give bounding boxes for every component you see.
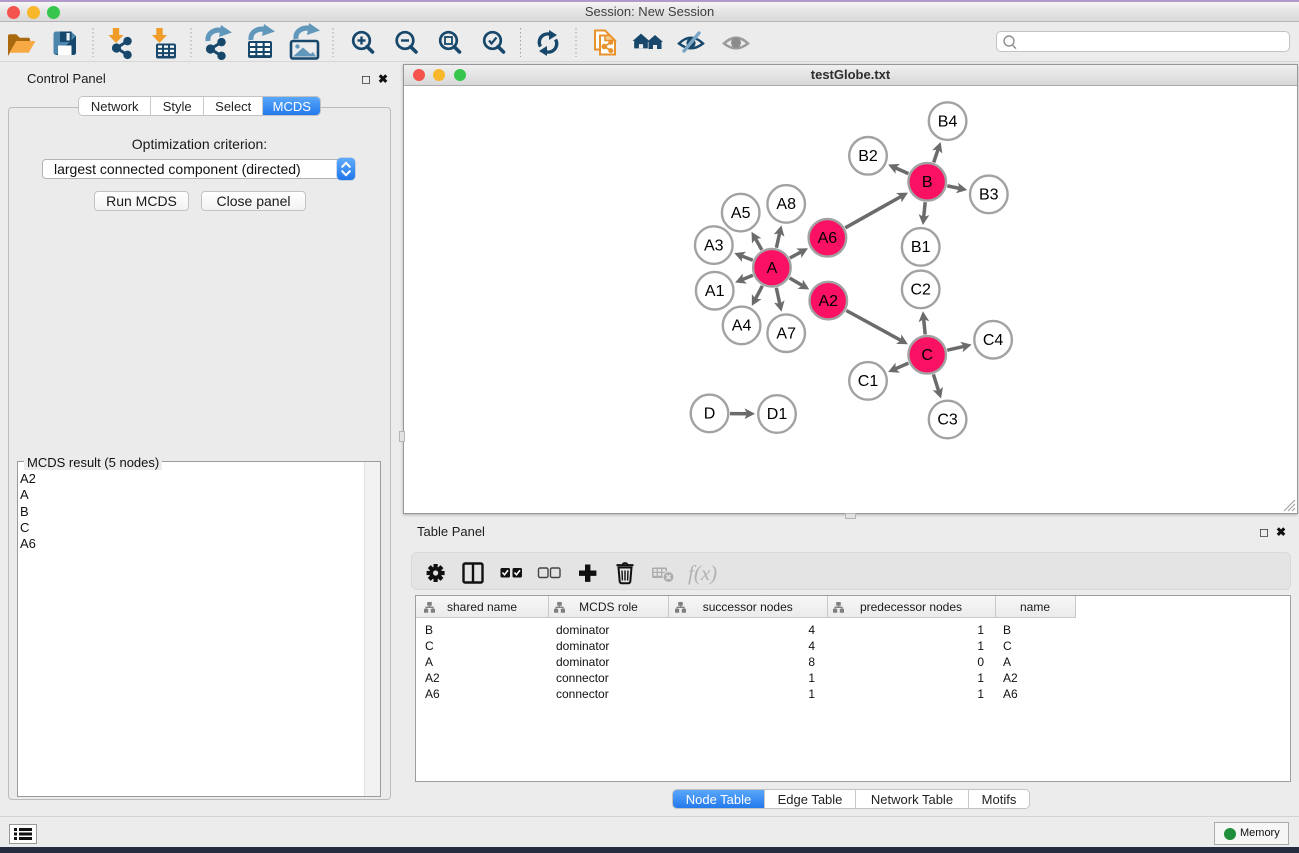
- svg-text:A7: A7: [776, 325, 796, 342]
- svg-text:A5: A5: [731, 205, 751, 222]
- svg-text:A3: A3: [704, 237, 724, 254]
- svg-text:B1: B1: [911, 239, 931, 256]
- svg-text:A8: A8: [776, 196, 796, 213]
- svg-text:A4: A4: [732, 318, 752, 335]
- svg-text:f(x): f(x): [688, 561, 717, 585]
- svg-text:D1: D1: [767, 406, 788, 423]
- svg-text:D: D: [704, 406, 716, 423]
- svg-text:C4: C4: [983, 332, 1004, 349]
- svg-text:C3: C3: [937, 412, 958, 429]
- svg-text:B2: B2: [858, 148, 878, 165]
- svg-text:B: B: [922, 174, 933, 191]
- svg-text:B4: B4: [938, 113, 958, 130]
- svg-text:B3: B3: [979, 187, 999, 204]
- svg-text:C1: C1: [858, 373, 879, 390]
- svg-text:A: A: [767, 260, 778, 277]
- svg-text:A6: A6: [818, 230, 838, 247]
- svg-text:C: C: [921, 347, 933, 364]
- svg-text:A1: A1: [705, 283, 725, 300]
- svg-text:C2: C2: [910, 282, 931, 299]
- svg-text:A2: A2: [819, 293, 839, 310]
